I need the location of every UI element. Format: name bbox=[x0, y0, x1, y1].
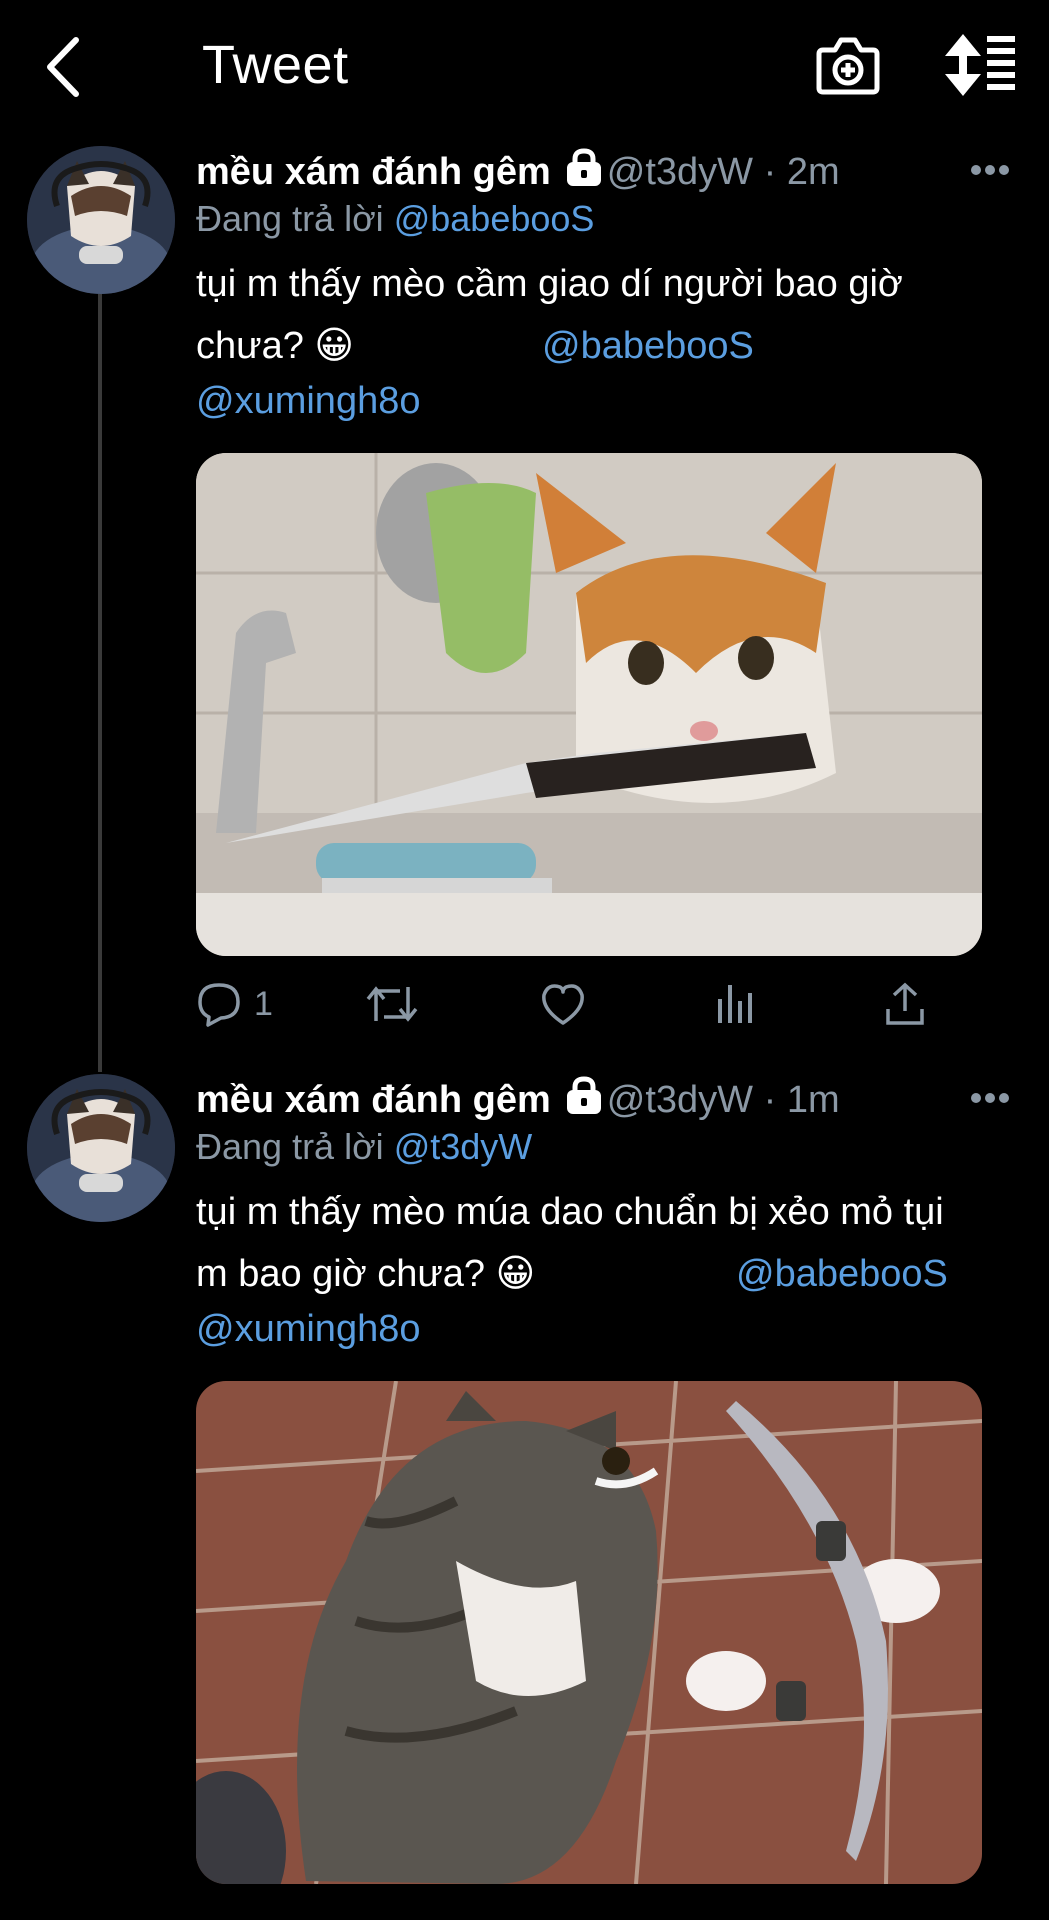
lock-icon bbox=[566, 148, 601, 186]
more-options-icon[interactable] bbox=[970, 164, 1010, 176]
tweet-text: tụi m thấy mèo cầm giao dí người bao giờ… bbox=[196, 253, 1016, 425]
avatar-cat-image bbox=[27, 146, 175, 294]
tweet-media-image[interactable] bbox=[196, 1381, 982, 1884]
tweet-text-line: m bao giờ chưa? 😀 bbox=[196, 1253, 536, 1295]
replying-to: Đang trả lời @babebooS bbox=[196, 198, 594, 240]
tweet-media-image[interactable] bbox=[196, 453, 982, 956]
reply-icon bbox=[198, 983, 240, 1027]
replying-to-label: Đang trả lời bbox=[196, 198, 384, 239]
share-button[interactable] bbox=[882, 979, 928, 1029]
retweet-button[interactable] bbox=[366, 979, 418, 1029]
reply-button[interactable]: 1 bbox=[196, 979, 273, 1029]
tweet-text-line: tụi m thấy mèo cầm giao dí người bao giờ bbox=[196, 263, 903, 305]
tweet-actions: 1 bbox=[196, 979, 996, 1029]
tweet-text: tụi m thấy mèo múa dao chuẩn bị xẻo mỏ t… bbox=[196, 1181, 1016, 1353]
replying-to: Đang trả lời @t3dyW bbox=[196, 1126, 532, 1168]
mention-link[interactable]: @xumingh8o bbox=[196, 1308, 420, 1350]
analytics-button[interactable] bbox=[712, 979, 758, 1029]
replying-to-mention[interactable]: @babebooS bbox=[394, 198, 595, 239]
reply-count: 1 bbox=[254, 984, 273, 1023]
share-icon bbox=[886, 982, 924, 1025]
analytics-icon bbox=[718, 985, 752, 1023]
separator-dot: · bbox=[753, 1079, 787, 1121]
heart-icon bbox=[542, 984, 584, 1025]
more-options-icon[interactable] bbox=[970, 1092, 1010, 1104]
avatar[interactable] bbox=[27, 146, 175, 294]
tweet-text-line: tụi m thấy mèo múa dao chuẩn bị xẻo mỏ t… bbox=[196, 1191, 944, 1233]
retweet-icon bbox=[366, 986, 418, 1022]
display-name[interactable]: mều xám đánh gêm bbox=[196, 1079, 551, 1121]
timestamp: 2m bbox=[786, 151, 840, 193]
like-button[interactable] bbox=[540, 979, 586, 1029]
username[interactable]: @t3dyW bbox=[607, 1079, 753, 1121]
tweet-text-line: chưa? 😀 bbox=[196, 325, 355, 367]
display-name[interactable]: mều xám đánh gêm bbox=[196, 151, 551, 193]
username[interactable]: @t3dyW bbox=[607, 151, 753, 193]
sort-icon[interactable] bbox=[945, 34, 1017, 96]
mention-link[interactable]: @babebooS bbox=[542, 315, 754, 377]
mention-link[interactable]: @babebooS bbox=[736, 1243, 948, 1305]
replying-to-mention[interactable]: @t3dyW bbox=[394, 1126, 533, 1167]
separator-dot: · bbox=[753, 151, 787, 193]
tweet-header: mều xám đánh gêm @t3dyW · 1m bbox=[196, 1076, 840, 1122]
replying-to-label: Đang trả lời bbox=[196, 1126, 384, 1167]
page-title: Tweet bbox=[202, 35, 349, 95]
cat-with-knife-photo bbox=[196, 453, 982, 956]
avatar-cat-image bbox=[27, 1074, 175, 1222]
cat-with-blade-photo bbox=[196, 1381, 982, 1884]
tweet-header: mều xám đánh gêm @t3dyW · 2m bbox=[196, 148, 840, 194]
mention-link[interactable]: @xumingh8o bbox=[196, 380, 420, 422]
lock-icon bbox=[566, 1076, 601, 1114]
camera-plus-icon[interactable] bbox=[815, 32, 881, 98]
thread-connector bbox=[98, 292, 102, 1072]
timestamp: 1m bbox=[786, 1079, 840, 1121]
chevron-left-icon[interactable] bbox=[40, 32, 90, 102]
top-bar: Tweet bbox=[0, 0, 1049, 130]
avatar[interactable] bbox=[27, 1074, 175, 1222]
